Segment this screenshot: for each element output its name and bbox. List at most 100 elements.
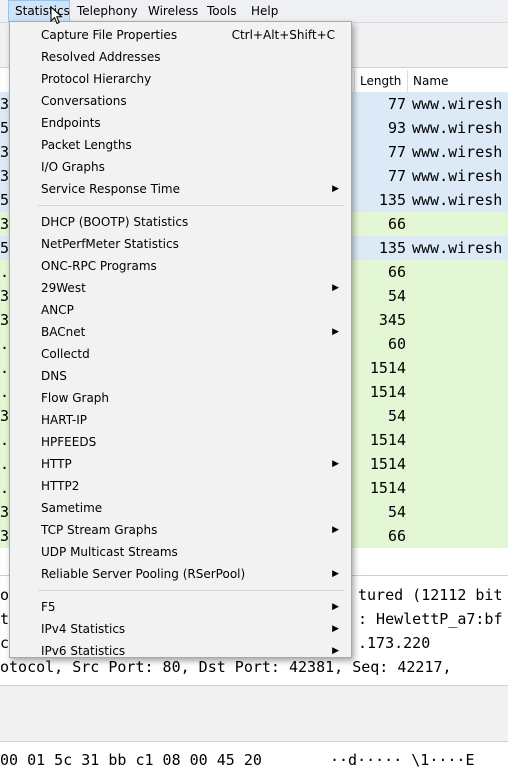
submenu-arrow-icon: ▶ <box>332 184 339 194</box>
menu-item-http2[interactable]: HTTP2 <box>10 475 351 497</box>
menu-item-onc-rpc-programs[interactable]: ONC-RPC Programs <box>10 255 351 277</box>
menu-tools[interactable]: Tools <box>201 0 243 22</box>
menu-item-capture-file-properties[interactable]: Capture File Properties Ctrl+Alt+Shift+C <box>10 24 351 46</box>
menu-item-ipv4-statistics[interactable]: IPv4 Statistics ▶ <box>10 618 351 640</box>
menu-item-hart-ip[interactable]: HART-IP <box>10 409 351 431</box>
packet-length-cell: 1514 <box>369 455 406 473</box>
packet-length-cell: 1514 <box>369 359 406 377</box>
menu-item-reliable-server-pooling-rserpool[interactable]: Reliable Server Pooling (RSerPool) ▶ <box>10 563 351 585</box>
packet-length-cell: 345 <box>378 311 406 329</box>
menu-item-udp-multicast-streams[interactable]: UDP Multicast Streams <box>10 541 351 563</box>
menu-item-label: Capture File Properties <box>41 28 178 42</box>
packet-name-cell: www.wiresh <box>412 143 503 161</box>
menu-item-label: Packet Lengths <box>41 138 132 152</box>
menu-item-hpfeeds[interactable]: HPFEEDS <box>10 431 351 453</box>
detail-line-left: t <box>0 610 10 628</box>
packet-length-cell: 77 <box>387 167 406 185</box>
menu-item-label: IPv4 Statistics <box>41 622 126 636</box>
menu-item-29west[interactable]: 29West ▶ <box>10 277 351 299</box>
menu-item-label: HTTP <box>41 457 72 471</box>
packet-length-cell: 135 <box>378 191 406 209</box>
menu-bar: Statistics Telephony Wireless Tools Help <box>0 0 508 23</box>
menu-item-label: ANCP <box>41 303 74 317</box>
packet-length-cell: 66 <box>387 263 406 281</box>
packet-length-cell: 66 <box>387 527 406 545</box>
menu-item-label: Collectd <box>41 347 90 361</box>
menu-item-conversations[interactable]: Conversations <box>10 90 351 112</box>
menu-item-shortcut: Ctrl+Alt+Shift+C <box>231 28 335 42</box>
submenu-arrow-icon: ▶ <box>332 459 339 469</box>
menu-item-label: Conversations <box>41 94 127 108</box>
menu-item-dns[interactable]: DNS <box>10 365 351 387</box>
menu-item-label: Reliable Server Pooling (RSerPool) <box>41 567 246 581</box>
menu-separator <box>38 205 344 206</box>
menu-item-label: ONC-RPC Programs <box>41 259 157 273</box>
menu-item-label: 29West <box>41 281 86 295</box>
column-name-header[interactable]: Name <box>407 70 508 92</box>
menu-wireless[interactable]: Wireless <box>142 0 204 22</box>
menu-item-label: DNS <box>41 369 67 383</box>
menu-item-ancp[interactable]: ANCP <box>10 299 351 321</box>
packet-length-cell: 66 <box>387 215 406 233</box>
menu-item-ipv6-statistics[interactable]: IPv6 Statistics ▶ <box>10 640 351 662</box>
menu-item-service-response-time[interactable]: Service Response Time ▶ <box>10 178 351 200</box>
menu-item-label: HART-IP <box>41 413 88 427</box>
menu-item-tcp-stream-graphs[interactable]: TCP Stream Graphs ▶ <box>10 519 351 541</box>
menu-item-label: Flow Graph <box>41 391 110 405</box>
packet-length-cell: 54 <box>387 407 406 425</box>
hex-dump-line[interactable]: 00 01 5c 31 bb c1 08 00 45 20 ··d····· \… <box>0 748 508 772</box>
menu-item-dhcp-bootp-statistics[interactable]: DHCP (BOOTP) Statistics <box>10 211 351 233</box>
submenu-arrow-icon: ▶ <box>332 624 339 634</box>
menu-item-label: HPFEEDS <box>41 435 97 449</box>
submenu-arrow-icon: ▶ <box>332 602 339 612</box>
detail-line-right: .173.220 <box>358 634 431 652</box>
packet-name-cell: www.wiresh <box>412 191 503 209</box>
menu-item-http[interactable]: HTTP ▶ <box>10 453 351 475</box>
menu-item-label: F5 <box>41 600 56 614</box>
packet-length-cell: 77 <box>387 95 406 113</box>
menu-item-label: HTTP2 <box>41 479 80 493</box>
menu-item-label: NetPerfMeter Statistics <box>41 237 179 251</box>
menu-item-label: DHCP (BOOTP) Statistics <box>41 215 189 229</box>
menu-item-label: Service Response Time <box>41 182 180 196</box>
submenu-arrow-icon: ▶ <box>332 646 339 656</box>
submenu-arrow-icon: ▶ <box>332 283 339 293</box>
menu-help[interactable]: Help <box>245 0 284 22</box>
menu-item-i-o-graphs[interactable]: I/O Graphs <box>10 156 351 178</box>
pane-divider[interactable] <box>0 685 508 742</box>
hex-bytes: 00 01 5c 31 bb c1 08 00 45 20 <box>0 751 262 769</box>
menu-item-packet-lengths[interactable]: Packet Lengths <box>10 134 351 156</box>
detail-line-right: tured (12112 bit <box>358 586 503 604</box>
submenu-arrow-icon: ▶ <box>332 569 339 579</box>
submenu-arrow-icon: ▶ <box>332 525 339 535</box>
menu-item-sametime[interactable]: Sametime <box>10 497 351 519</box>
detail-line-left: c <box>0 634 10 652</box>
menu-item-label: TCP Stream Graphs <box>41 523 158 537</box>
packet-name-cell: www.wiresh <box>412 119 503 137</box>
menu-item-flow-graph[interactable]: Flow Graph <box>10 387 351 409</box>
menu-item-bacnet[interactable]: BACnet ▶ <box>10 321 351 343</box>
menu-item-f5[interactable]: F5 ▶ <box>10 596 351 618</box>
packet-length-cell: 1514 <box>369 479 406 497</box>
column-length-header[interactable]: Length <box>354 70 407 92</box>
menu-item-resolved-addresses[interactable]: Resolved Addresses <box>10 46 351 68</box>
menu-item-label: I/O Graphs <box>41 160 105 174</box>
packet-name-cell: www.wiresh <box>412 167 503 185</box>
menu-item-endpoints[interactable]: Endpoints <box>10 112 351 134</box>
packet-length-cell: 93 <box>387 119 406 137</box>
menu-telephony[interactable]: Telephony <box>71 0 144 22</box>
menu-separator <box>38 590 344 591</box>
menu-item-collectd[interactable]: Collectd <box>10 343 351 365</box>
packet-length-cell: 135 <box>378 239 406 257</box>
menu-item-label: UDP Multicast Streams <box>41 545 178 559</box>
hex-ascii: ··d····· \1····E <box>330 751 475 769</box>
packet-name-cell: www.wiresh <box>412 239 503 257</box>
detail-line-right: : HewlettP_a7:bf <box>358 610 503 628</box>
menu-item-label: BACnet <box>41 325 86 339</box>
packet-length-cell: 54 <box>387 503 406 521</box>
packet-length-cell: 60 <box>387 335 406 353</box>
menu-item-netperfmeter-statistics[interactable]: NetPerfMeter Statistics <box>10 233 351 255</box>
statistics-menu: Capture File Properties Ctrl+Alt+Shift+C R… <box>9 21 352 658</box>
menu-item-protocol-hierarchy[interactable]: Protocol Hierarchy <box>10 68 351 90</box>
mouse-cursor-icon <box>50 6 63 25</box>
